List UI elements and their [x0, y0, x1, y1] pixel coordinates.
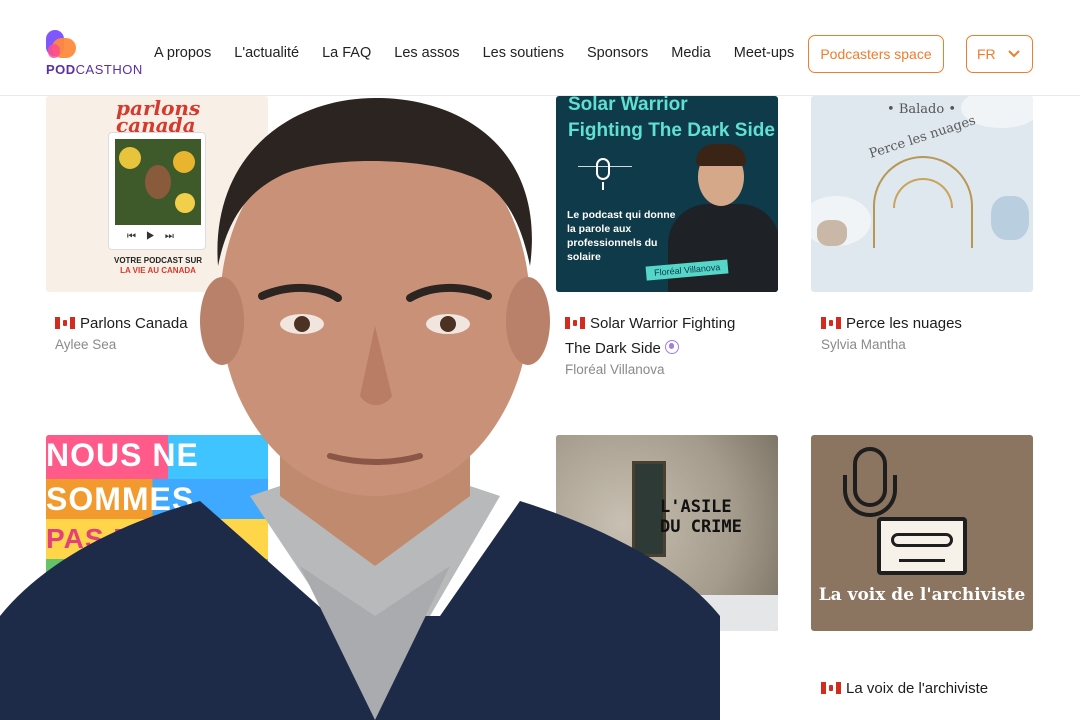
- canada-flag-icon: [55, 317, 75, 329]
- language-label: FR: [977, 46, 996, 62]
- nav-item-soutiens[interactable]: Les soutiens: [483, 45, 564, 61]
- cover-phone-frame: ⏮▶⏭: [108, 132, 206, 250]
- logo-icon: [46, 30, 80, 60]
- bed-illustration: [686, 595, 778, 631]
- site-header: PODCASTHON A propos L'actualité La FAQ L…: [0, 0, 1080, 96]
- podcast-title-line2[interactable]: The Dark Side: [565, 336, 679, 361]
- podcast-title[interactable]: La voix de l'archiviste: [821, 676, 988, 701]
- cover-arc-text: Perce les nuages: [867, 113, 978, 162]
- chevron-down-icon: [1007, 50, 1020, 58]
- player-controls-icon: ⏮▶⏭: [127, 231, 184, 242]
- cover-title: L'ASILE DU CRIME: [660, 497, 742, 537]
- podcast-cover-solar-warrior[interactable]: Solar Warrior Fighting The Dark Side Le …: [556, 96, 778, 292]
- podcast-badge-icon: [664, 340, 679, 354]
- canada-flag-icon: [821, 682, 841, 694]
- cover-balado-label: • Balado •: [887, 102, 956, 117]
- podcasters-space-button[interactable]: Podcasters space: [808, 35, 944, 73]
- cover-line: NOUS NE: [46, 437, 199, 473]
- podcast-author: Sylvia Mantha: [821, 337, 906, 352]
- podcast-title[interactable]: Perce les nuages: [821, 311, 962, 336]
- cover-line: SOMMES: [46, 481, 195, 517]
- main-nav: A propos L'actualité La FAQ Les assos Le…: [154, 45, 817, 61]
- cassette-icon: [877, 517, 967, 575]
- podcast-cover-asile-du-crime[interactable]: L'ASILE DU CRIME: [556, 435, 778, 631]
- nav-item-sponsors[interactable]: Sponsors: [587, 45, 648, 61]
- podcast-cover-voix-archiviste[interactable]: La voix de l'archiviste: [811, 435, 1033, 631]
- podcasthon-logo[interactable]: PODCASTHON: [46, 30, 146, 77]
- podcast-cover-perce-les-nuages[interactable]: • Balado • Perce les nuages: [811, 96, 1033, 292]
- podcast-author: Aylee Sea: [55, 337, 117, 352]
- nav-item-actualite[interactable]: L'actualité: [234, 45, 299, 61]
- cover-subtitle: Fighting The Dark Side: [568, 120, 775, 141]
- podcast-cover-nous-ne-sommes-pas[interactable]: NOUS NE SOMMES PAS PA: [46, 435, 268, 631]
- nav-item-media[interactable]: Media: [671, 45, 711, 61]
- cover-title: La voix de l'archiviste: [818, 585, 1026, 605]
- cover-brand-text: parlons canada: [116, 96, 201, 137]
- microphone-icon: [596, 158, 610, 180]
- nav-item-faq[interactable]: La FAQ: [322, 45, 371, 61]
- podcast-author: Floréal Villanova: [565, 362, 665, 377]
- cover-line: PAS PA: [46, 523, 153, 554]
- nav-item-meetups[interactable]: Meet-ups: [734, 45, 794, 61]
- canada-flag-icon: [821, 317, 841, 329]
- logo-text: PODCASTHON: [46, 62, 143, 77]
- cover-title: Solar Warrior: [568, 96, 688, 115]
- podcast-cover-parlons-canada[interactable]: parlons canada ⏮▶⏭ VOTRE PODCAST SUR LA …: [46, 96, 268, 292]
- cover-slogan: VOTRE PODCAST SUR LA VIE AU CANADA: [113, 256, 202, 275]
- podcast-title[interactable]: Solar Warrior Fighting: [565, 311, 735, 336]
- canada-flag-icon: [565, 317, 585, 329]
- language-selector[interactable]: FR: [966, 35, 1033, 73]
- nav-item-assos[interactable]: Les assos: [394, 45, 459, 61]
- podcast-title[interactable]: Parlons Canada: [55, 311, 188, 336]
- nav-item-apropos[interactable]: A propos: [154, 45, 211, 61]
